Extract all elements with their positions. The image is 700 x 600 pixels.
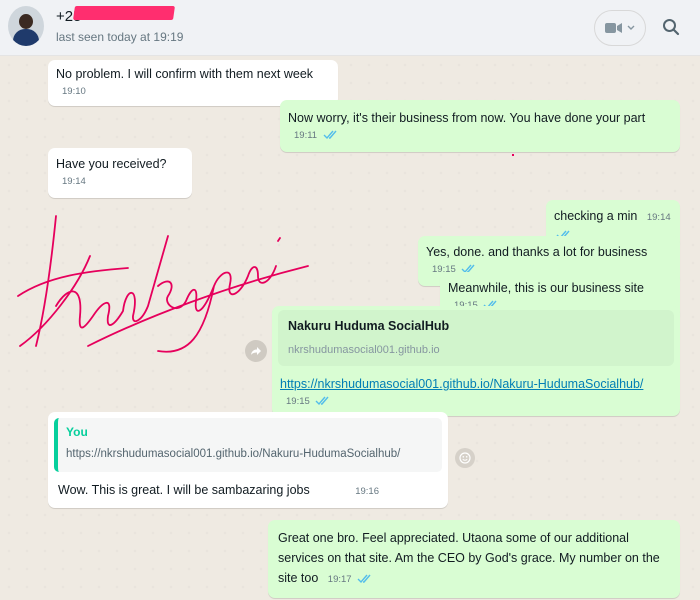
message-outgoing[interactable]: Great one bro. Feel appreciated. Utaona … <box>268 520 680 598</box>
search-button[interactable] <box>656 12 686 42</box>
forward-icon <box>251 347 261 355</box>
chevron-down-icon <box>627 25 635 30</box>
read-ticks-icon <box>357 574 371 584</box>
forward-button[interactable] <box>245 340 267 362</box>
message-time: 19:14 <box>646 212 671 223</box>
link-message[interactable]: Nakuru Huduma SocialHub nkrshudumasocial… <box>272 306 680 416</box>
message-text: Yes, done. and thanks a lot for business <box>426 245 648 259</box>
quoted-message[interactable]: You https://nkrshudumasocial001.github.i… <box>54 418 442 472</box>
message-time: 19:15 <box>286 396 310 407</box>
link-preview-title: Nakuru Huduma SocialHub <box>288 319 450 333</box>
search-icon <box>663 19 680 36</box>
message-time: 19:10 <box>62 86 86 97</box>
last-seen-status: last seen today at 19:19 <box>56 30 184 44</box>
link-preview-domain: nkrshudumasocial001.github.io <box>288 344 440 356</box>
message-list[interactable]: No problem. I will confirm with them nex… <box>0 56 700 600</box>
quote-author: You <box>66 425 88 439</box>
emoji-icon <box>459 452 471 464</box>
message-text: Have you received? <box>56 157 167 171</box>
reaction-button[interactable] <box>455 448 475 468</box>
read-ticks-icon <box>315 396 329 406</box>
message-time: 19:16 <box>355 486 379 497</box>
pink-dot <box>512 154 514 156</box>
message-text: Meanwhile, this is our business site <box>448 281 644 295</box>
message-text: Wow. This is great. I will be sambazarin… <box>58 483 310 497</box>
read-ticks-icon <box>323 130 337 140</box>
redaction-mark <box>73 6 175 20</box>
video-call-button[interactable] <box>594 10 646 46</box>
avatar[interactable] <box>8 6 44 46</box>
quote-text: https://nkrshudumasocial001.github.io/Na… <box>66 448 401 460</box>
message-time: 19:17 <box>327 574 352 585</box>
message-time: 19:11 <box>294 130 318 141</box>
message-link[interactable]: https://nkrshudumasocial001.github.io/Na… <box>280 377 643 391</box>
message-outgoing[interactable]: Now worry, it's their business from now.… <box>280 100 680 152</box>
message-text: No problem. I will confirm with them nex… <box>56 67 314 81</box>
message-text: checking a min <box>554 209 638 223</box>
avatar-body <box>13 29 39 46</box>
avatar-head <box>19 14 33 29</box>
link-preview[interactable]: Nakuru Huduma SocialHub nkrshudumasocial… <box>278 310 674 366</box>
message-text: Now worry, it's their business from now.… <box>288 111 646 125</box>
reply-message[interactable]: You https://nkrshudumasocial001.github.i… <box>48 412 448 508</box>
chat-header: +25 last seen today at 19:19 <box>0 0 700 56</box>
video-call-icon <box>605 23 622 33</box>
